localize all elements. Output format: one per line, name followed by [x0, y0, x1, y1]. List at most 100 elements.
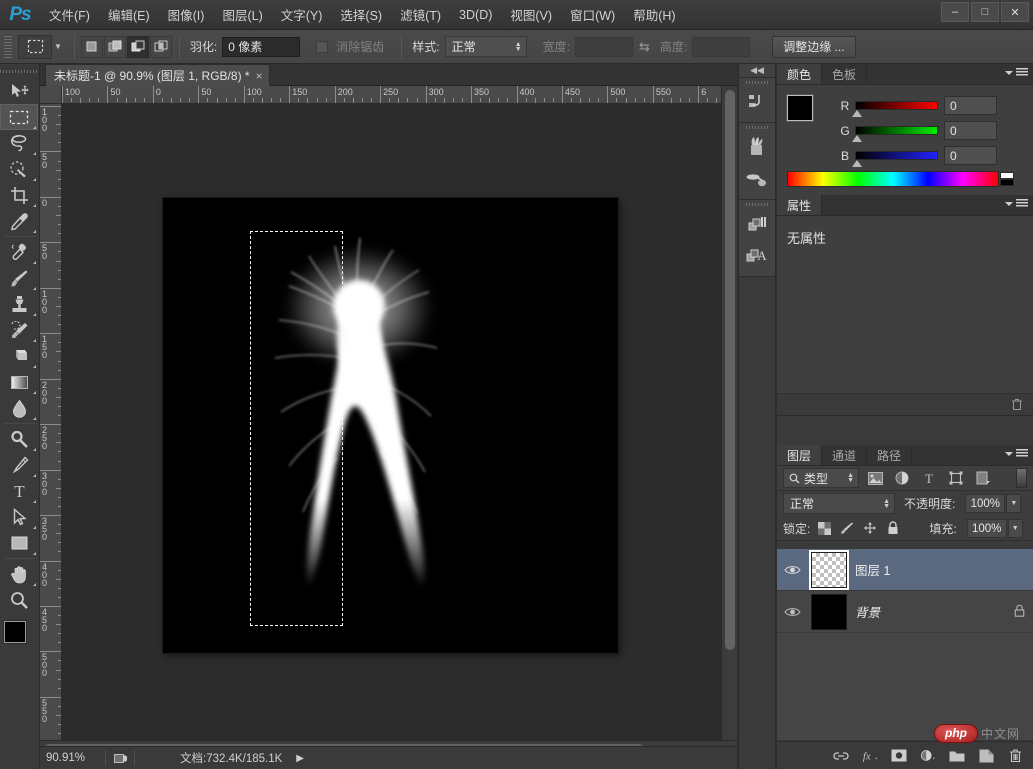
document-settings-icon[interactable]	[109, 753, 131, 764]
crop-tool[interactable]	[0, 182, 38, 208]
tool-flyout-triangle[interactable]	[33, 313, 36, 316]
layer-name[interactable]: 背景	[855, 602, 880, 621]
tool-flyout-triangle[interactable]	[33, 126, 36, 129]
history-brush-tool[interactable]	[0, 317, 38, 343]
menu-view[interactable]: 视图(V)	[501, 1, 561, 28]
filter-stepper-icon[interactable]: ▲▼	[847, 473, 854, 483]
antialias-checkbox[interactable]	[316, 41, 328, 53]
link-layers-button[interactable]	[833, 748, 849, 764]
expand-panels-icon[interactable]: ◀◀	[739, 64, 775, 78]
new-group-button[interactable]	[949, 748, 965, 764]
adjustments-panel-icon[interactable]	[739, 208, 775, 240]
black-white-swatch-pair[interactable]	[1000, 172, 1014, 186]
shape-filter-icon[interactable]	[945, 468, 967, 488]
red-value-input[interactable]: 0	[944, 96, 997, 115]
vertical-scrollbar[interactable]	[721, 86, 737, 740]
fill-control[interactable]: 100% ▼	[967, 519, 1023, 538]
pixel-filter-icon[interactable]	[864, 468, 886, 488]
green-slider-thumb[interactable]	[852, 135, 862, 142]
adjustment-filter-icon[interactable]	[891, 468, 913, 488]
properties-panel-menu-icon[interactable]	[1005, 199, 1028, 208]
delete-layer-button[interactable]	[1007, 748, 1023, 764]
fill-chevron-down-icon[interactable]: ▼	[1008, 519, 1023, 538]
tool-preset-chevron-down-icon[interactable]: ▼	[54, 42, 62, 51]
tool-flyout-triangle[interactable]	[33, 583, 36, 586]
menu-image[interactable]: 图像(I)	[159, 1, 214, 28]
subtract-from-selection-button[interactable]	[127, 36, 149, 58]
tool-flyout-triangle[interactable]	[33, 204, 36, 207]
blue-value-input[interactable]: 0	[944, 146, 997, 165]
path-selection-tool[interactable]	[0, 504, 38, 530]
tool-flyout-triangle[interactable]	[33, 391, 36, 394]
foreground-color-swatch[interactable]	[4, 621, 26, 643]
tool-flyout-triangle[interactable]	[33, 339, 36, 342]
clone-source-panel-icon[interactable]	[739, 163, 775, 195]
tab-properties[interactable]: 属性	[777, 195, 822, 215]
menu-select[interactable]: 选择(S)	[331, 1, 391, 28]
status-expand-arrow-icon[interactable]: ▶	[296, 753, 304, 764]
refine-edge-button[interactable]: 调整边缘 ...	[772, 36, 855, 58]
layer-visibility-eye-icon[interactable]	[781, 606, 803, 618]
tool-flyout-triangle[interactable]	[33, 448, 36, 451]
spot-healing-brush-tool[interactable]	[0, 239, 38, 265]
canvas-area[interactable]	[62, 104, 721, 740]
document-canvas[interactable]	[163, 198, 618, 653]
close-icon[interactable]: ×	[256, 71, 263, 81]
vertical-scrollbar-thumb[interactable]	[725, 90, 735, 650]
layer-style-fx-button[interactable]: fx	[862, 748, 878, 764]
tool-flyout-triangle[interactable]	[33, 178, 36, 181]
lock-transparent-pixels-icon[interactable]	[815, 519, 833, 537]
minimize-button[interactable]: –	[941, 2, 969, 22]
style-select[interactable]: 正常 ▲▼	[445, 36, 527, 57]
height-input[interactable]	[692, 37, 750, 57]
layer-name[interactable]: 图层 1	[855, 560, 890, 579]
quick-selection-tool[interactable]	[0, 156, 38, 182]
marquee-selection[interactable]	[250, 231, 343, 626]
tool-flyout-triangle[interactable]	[33, 417, 36, 420]
table-row[interactable]: 背景	[777, 591, 1033, 633]
character-styles-panel-icon[interactable]: A	[739, 240, 775, 272]
blend-mode-stepper-icon[interactable]: ▲▼	[883, 499, 890, 509]
tab-color[interactable]: 颜色	[777, 64, 822, 84]
layer-filter-type-select[interactable]: 类型 ▲▼	[783, 468, 859, 488]
horizontal-ruler[interactable]: 100500501001502002503003504004505005506	[62, 86, 721, 104]
zoom-level-field[interactable]: 90.91%	[40, 752, 102, 764]
tool-flyout-triangle[interactable]	[33, 261, 36, 264]
clone-stamp-tool[interactable]	[0, 291, 38, 317]
layer-list[interactable]: 图层 1 背景	[777, 549, 1033, 740]
color-spectrum-ramp[interactable]	[787, 171, 999, 187]
brush-tool[interactable]	[0, 265, 38, 291]
swap-width-height-icon[interactable]: ⇆	[639, 39, 650, 55]
rail-group-grip[interactable]	[739, 78, 775, 86]
menu-3d[interactable]: 3D(D)	[450, 4, 501, 26]
dodge-tool[interactable]	[0, 426, 38, 452]
zoom-tool[interactable]	[0, 587, 38, 613]
tab-layers[interactable]: 图层	[777, 445, 822, 465]
move-tool[interactable]	[0, 78, 38, 104]
lock-position-icon[interactable]	[861, 519, 879, 537]
table-row[interactable]: 图层 1	[777, 549, 1033, 591]
layers-panel-menu-icon[interactable]	[1005, 449, 1028, 458]
antialias-control[interactable]: 消除锯齿	[316, 38, 389, 55]
green-value-input[interactable]: 0	[944, 121, 997, 140]
type-tool[interactable]: T	[0, 478, 38, 504]
new-fill-adjustment-button[interactable]	[920, 748, 936, 764]
maximize-button[interactable]: □	[971, 2, 999, 22]
lock-all-icon[interactable]	[884, 519, 902, 537]
rectangle-shape-tool[interactable]	[0, 530, 38, 556]
red-slider-track[interactable]	[855, 101, 938, 110]
width-input[interactable]	[575, 37, 633, 57]
eyedropper-tool[interactable]	[0, 208, 38, 234]
color-panel-foreground-swatch[interactable]	[787, 95, 813, 121]
filter-enable-toggle[interactable]	[1016, 468, 1027, 488]
style-stepper-icon[interactable]: ▲▼	[515, 42, 522, 52]
red-slider-thumb[interactable]	[852, 110, 862, 117]
menu-file[interactable]: 文件(F)	[40, 1, 99, 28]
feather-input[interactable]: 0 像素	[222, 37, 300, 57]
tool-flyout-triangle[interactable]	[33, 152, 36, 155]
delete-adjustment-icon[interactable]	[1009, 397, 1025, 413]
blur-tool[interactable]	[0, 395, 38, 421]
vertical-ruler[interactable]: 10050050100150200250300350400450500550	[40, 104, 62, 740]
toolbar-grip[interactable]	[0, 66, 39, 76]
fill-input[interactable]: 100%	[967, 519, 1007, 538]
